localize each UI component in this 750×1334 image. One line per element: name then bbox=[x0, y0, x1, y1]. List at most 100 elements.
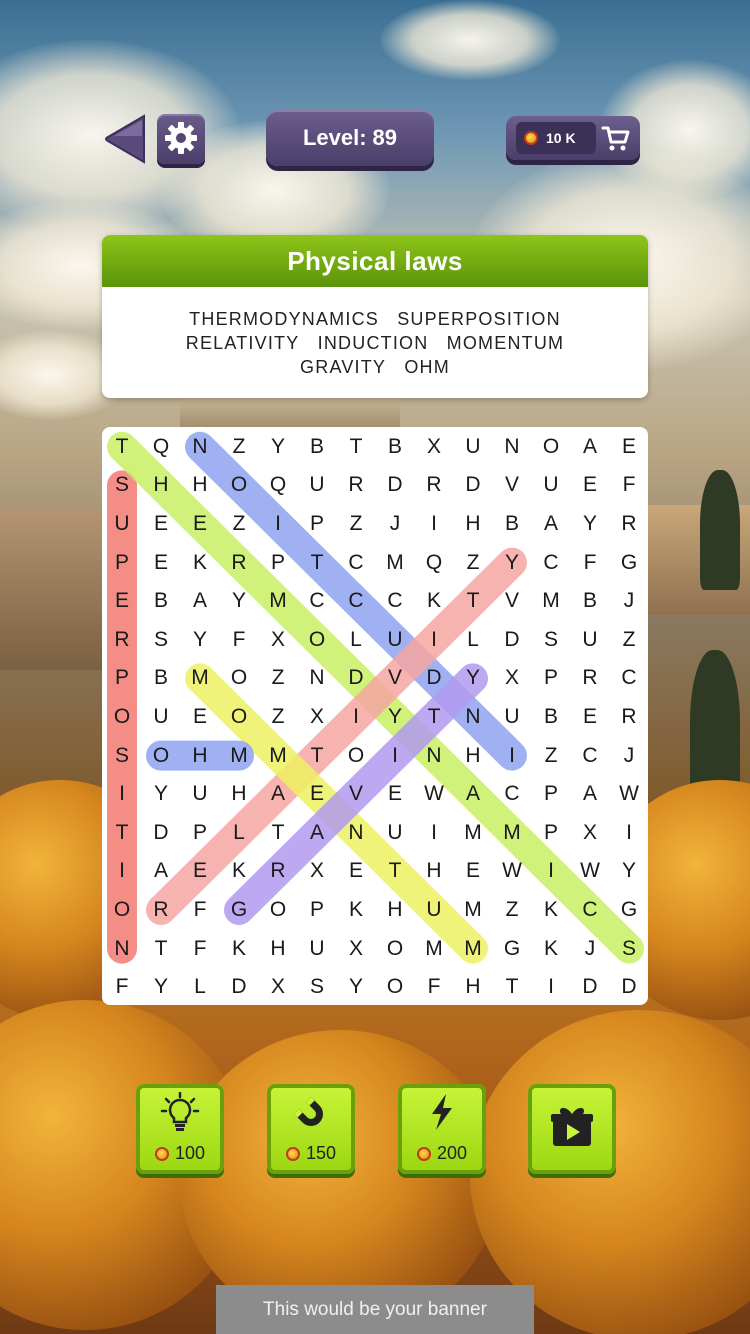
grid-cell[interactable]: F bbox=[181, 891, 220, 930]
grid-cell[interactable]: I bbox=[103, 775, 142, 814]
grid-cell[interactable]: G bbox=[493, 929, 532, 968]
grid-cell[interactable]: I bbox=[415, 621, 454, 660]
grid-cell[interactable]: R bbox=[103, 621, 142, 660]
grid-cell[interactable]: R bbox=[142, 891, 181, 930]
grid-cell[interactable]: Z bbox=[259, 659, 298, 698]
grid-cell[interactable]: F bbox=[181, 929, 220, 968]
grid-cell[interactable]: U bbox=[415, 891, 454, 930]
grid-cell[interactable]: M bbox=[415, 929, 454, 968]
grid-cell[interactable]: O bbox=[142, 736, 181, 775]
grid-cell[interactable]: O bbox=[259, 891, 298, 930]
grid-cell[interactable]: X bbox=[337, 929, 376, 968]
grid-cell[interactable]: A bbox=[298, 814, 337, 853]
grid-cell[interactable]: W bbox=[415, 775, 454, 814]
grid-cell[interactable]: B bbox=[142, 582, 181, 621]
grid-cell[interactable]: I bbox=[259, 505, 298, 544]
grid-cell[interactable]: T bbox=[142, 929, 181, 968]
grid-cell[interactable]: L bbox=[220, 814, 259, 853]
grid-cell[interactable]: T bbox=[337, 428, 376, 467]
grid-cell[interactable]: D bbox=[142, 814, 181, 853]
grid-cell[interactable]: E bbox=[142, 543, 181, 582]
grid-cell[interactable]: E bbox=[181, 852, 220, 891]
grid-cell[interactable]: I bbox=[610, 814, 649, 853]
grid-cell[interactable]: T bbox=[298, 543, 337, 582]
grid-cell[interactable]: Q bbox=[259, 466, 298, 505]
grid-cell[interactable]: N bbox=[337, 814, 376, 853]
grid-cell[interactable]: Y bbox=[259, 428, 298, 467]
grid-cell[interactable]: L bbox=[181, 968, 220, 1005]
grid-cell[interactable]: Y bbox=[376, 698, 415, 737]
grid-cell[interactable]: H bbox=[454, 736, 493, 775]
grid-cell[interactable]: R bbox=[571, 659, 610, 698]
grid-cell[interactable]: T bbox=[454, 582, 493, 621]
grid-cell[interactable]: T bbox=[415, 698, 454, 737]
grid-cell[interactable]: J bbox=[571, 929, 610, 968]
grid-cell[interactable]: O bbox=[376, 929, 415, 968]
grid-cell[interactable]: M bbox=[259, 582, 298, 621]
grid-cell[interactable]: C bbox=[571, 736, 610, 775]
grid-cell[interactable]: S bbox=[610, 929, 649, 968]
grid-cell[interactable]: K bbox=[532, 929, 571, 968]
grid-cell[interactable]: R bbox=[259, 852, 298, 891]
grid-cell[interactable]: E bbox=[181, 698, 220, 737]
grid-cell[interactable]: D bbox=[571, 968, 610, 1005]
grid-cell[interactable]: A bbox=[142, 852, 181, 891]
grid-cell[interactable]: L bbox=[337, 621, 376, 660]
grid-cell[interactable]: I bbox=[415, 814, 454, 853]
grid-cell[interactable]: M bbox=[532, 582, 571, 621]
grid-cell[interactable]: V bbox=[493, 466, 532, 505]
grid-cell[interactable]: O bbox=[220, 698, 259, 737]
grid-cell[interactable]: I bbox=[376, 736, 415, 775]
grid-cell[interactable]: Z bbox=[532, 736, 571, 775]
grid-cell[interactable]: H bbox=[259, 929, 298, 968]
grid-cell[interactable]: R bbox=[415, 466, 454, 505]
grid-cell[interactable]: C bbox=[493, 775, 532, 814]
grid-cell[interactable]: B bbox=[142, 659, 181, 698]
grid-cell[interactable]: U bbox=[376, 621, 415, 660]
grid-cell[interactable]: D bbox=[376, 466, 415, 505]
grid-cell[interactable]: K bbox=[337, 891, 376, 930]
grid-cell[interactable]: P bbox=[298, 505, 337, 544]
grid-cell[interactable]: E bbox=[610, 428, 649, 467]
grid-cell[interactable]: O bbox=[532, 428, 571, 467]
grid-cell[interactable]: K bbox=[532, 891, 571, 930]
grid-cell[interactable]: Z bbox=[337, 505, 376, 544]
grid-cell[interactable]: F bbox=[103, 968, 142, 1005]
grid-cell[interactable]: C bbox=[571, 891, 610, 930]
grid-cell[interactable]: U bbox=[298, 466, 337, 505]
grid-cell[interactable]: Q bbox=[142, 428, 181, 467]
grid-cell[interactable]: E bbox=[181, 505, 220, 544]
grid-cell[interactable]: U bbox=[142, 698, 181, 737]
grid-cell[interactable]: R bbox=[610, 698, 649, 737]
grid-cell[interactable]: R bbox=[610, 505, 649, 544]
grid-cell[interactable]: U bbox=[376, 814, 415, 853]
grid-cell[interactable]: U bbox=[181, 775, 220, 814]
grid-cell[interactable]: Z bbox=[220, 505, 259, 544]
grid-cell[interactable]: M bbox=[454, 814, 493, 853]
grid-cell[interactable]: E bbox=[571, 698, 610, 737]
grid-cell[interactable]: E bbox=[103, 582, 142, 621]
grid-cell[interactable]: I bbox=[103, 852, 142, 891]
grid-cell[interactable]: B bbox=[571, 582, 610, 621]
grid-cell[interactable]: O bbox=[298, 621, 337, 660]
grid-cell[interactable]: Z bbox=[493, 891, 532, 930]
grid-cell[interactable]: B bbox=[298, 428, 337, 467]
grid-cell[interactable]: C bbox=[337, 582, 376, 621]
grid-cell[interactable]: X bbox=[493, 659, 532, 698]
grid-cell[interactable]: Y bbox=[493, 543, 532, 582]
grid-cell[interactable]: S bbox=[298, 968, 337, 1005]
grid-cell[interactable]: X bbox=[415, 428, 454, 467]
grid-cell[interactable]: O bbox=[103, 698, 142, 737]
grid-cell[interactable]: L bbox=[454, 621, 493, 660]
grid-cell[interactable]: A bbox=[571, 428, 610, 467]
grid-cell[interactable]: B bbox=[376, 428, 415, 467]
grid-cell[interactable]: P bbox=[103, 659, 142, 698]
grid-cell[interactable]: C bbox=[376, 582, 415, 621]
grid-cell[interactable]: E bbox=[337, 852, 376, 891]
grid-cell[interactable]: J bbox=[610, 736, 649, 775]
grid-cell[interactable]: U bbox=[571, 621, 610, 660]
grid-cell[interactable]: D bbox=[415, 659, 454, 698]
grid-cell[interactable]: M bbox=[493, 814, 532, 853]
grid-cell[interactable]: U bbox=[532, 466, 571, 505]
grid-cell[interactable]: H bbox=[142, 466, 181, 505]
